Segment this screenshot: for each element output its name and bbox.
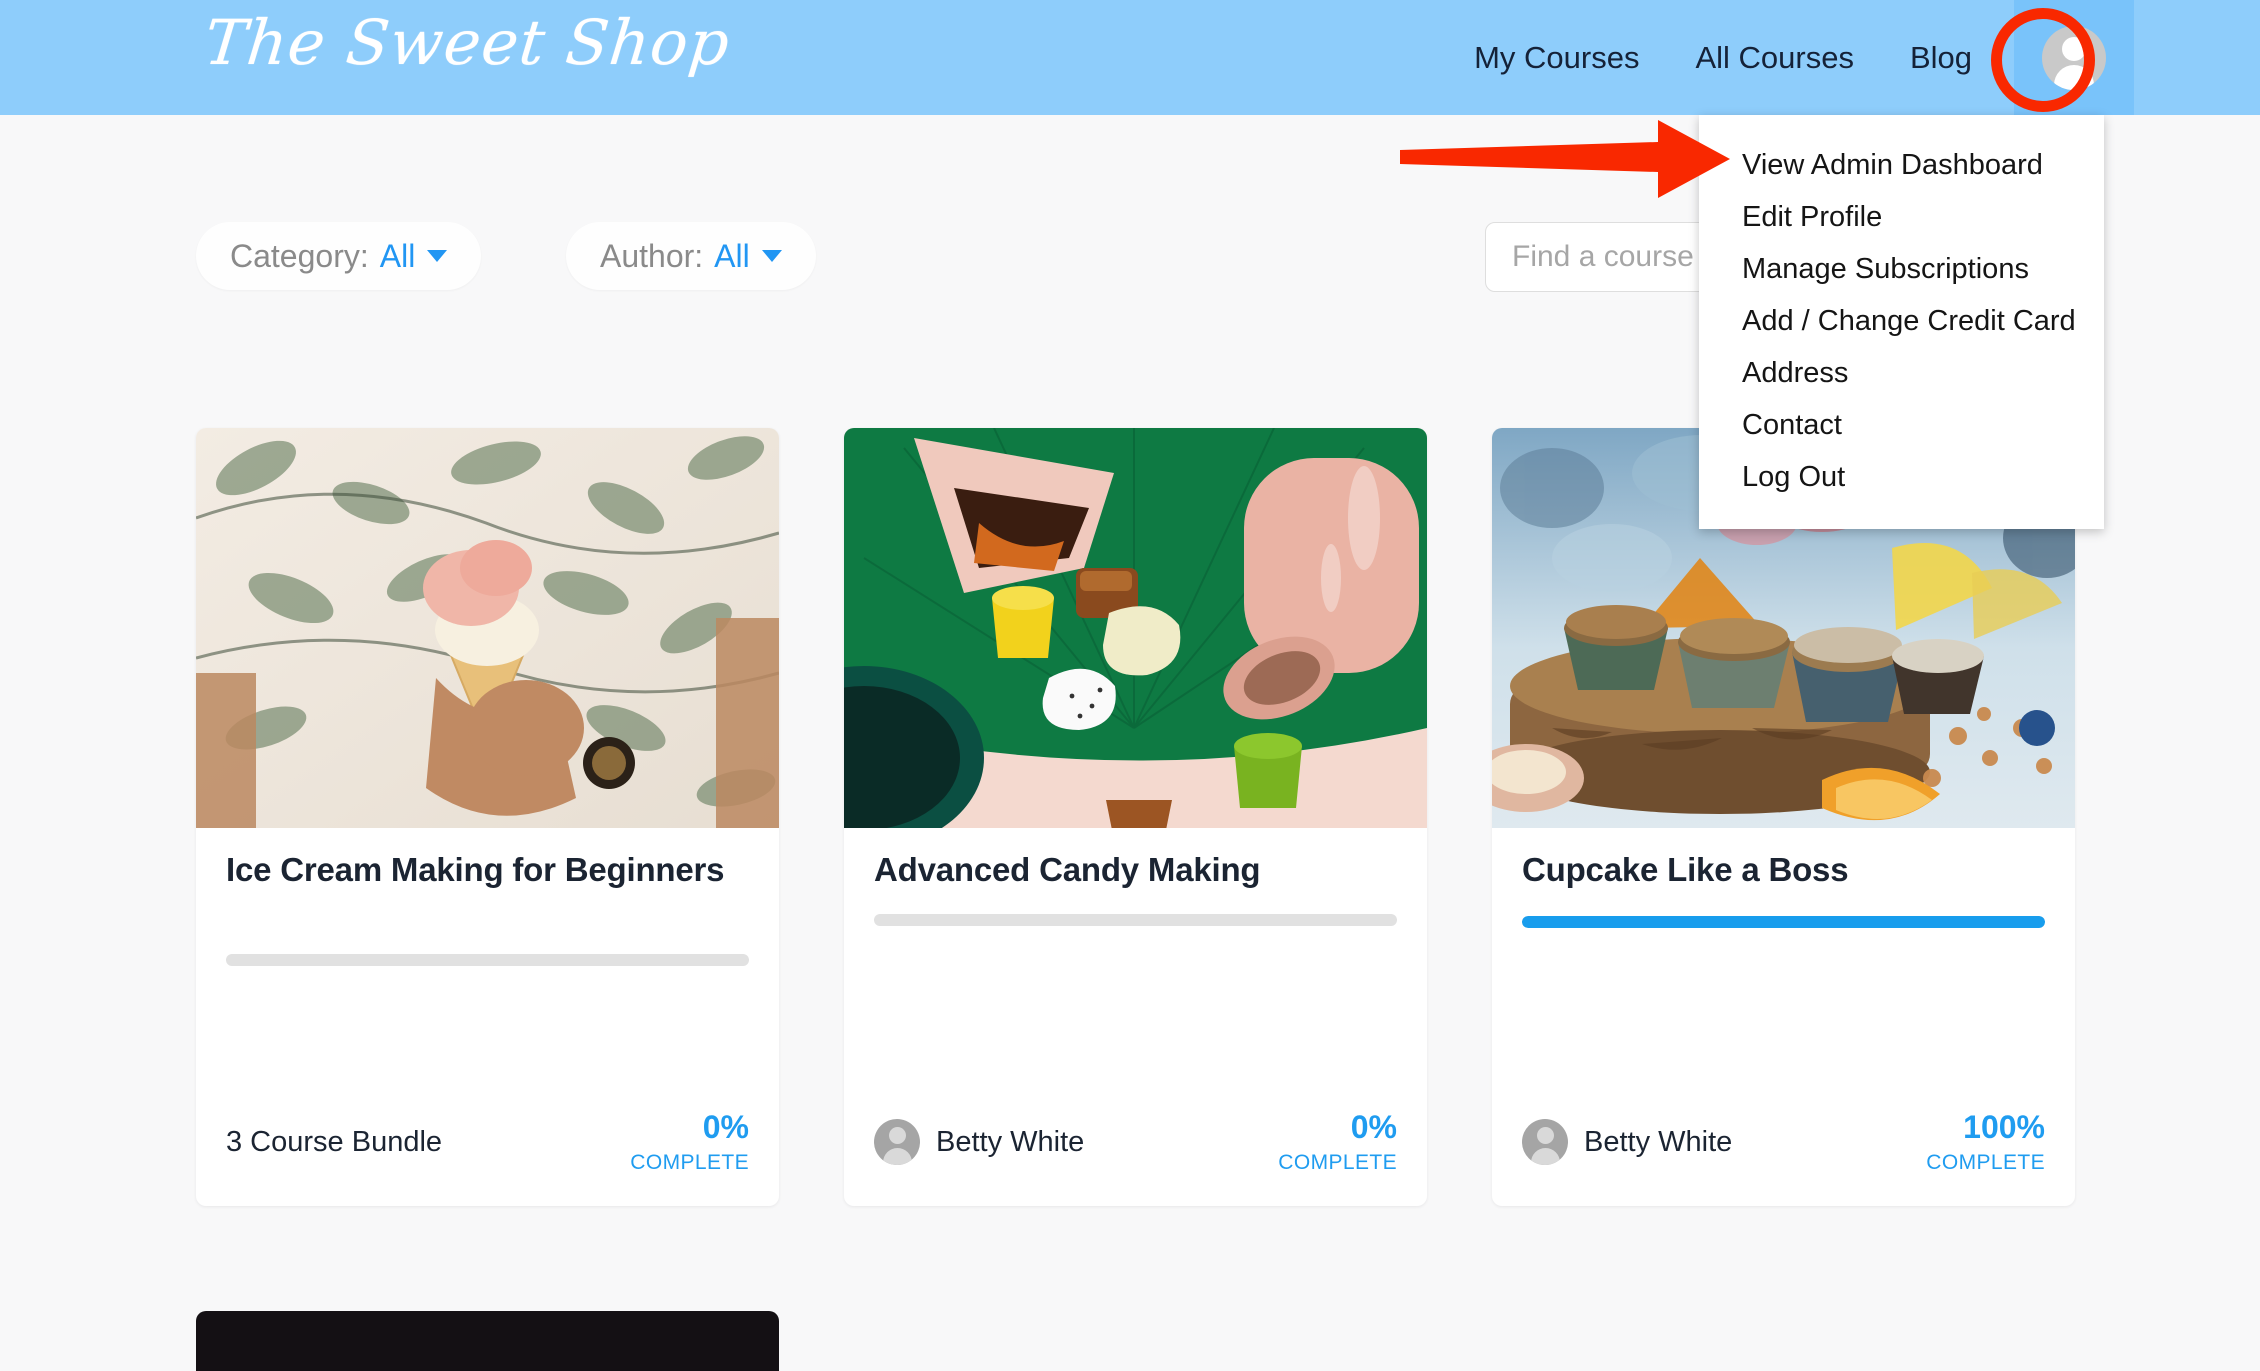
course-progress-percent: 0% (702, 1109, 749, 1145)
author-avatar-icon (1522, 1119, 1568, 1165)
filter-category-label: Category: (230, 237, 369, 274)
course-progress-readout: 0% COMPLETE (630, 1111, 749, 1173)
course-card-footer: Betty White 100% COMPLETE (1522, 1110, 2045, 1174)
course-card[interactable]: Ice Cream Making for Beginners 3 Course … (196, 428, 779, 1206)
user-avatar-icon (2042, 25, 2106, 90)
nav-item-all-courses[interactable]: All Courses (1667, 0, 1882, 115)
course-title: Ice Cream Making for Beginners (226, 851, 725, 888)
menu-item-log-out[interactable]: Log Out (1699, 451, 2104, 503)
course-card-footer: 3 Course Bundle 0% COMPLETE (226, 1110, 749, 1174)
course-progress-readout: 100% COMPLETE (1926, 1111, 2045, 1173)
filter-category-dropdown[interactable]: Category: All (196, 222, 482, 290)
course-progress-caption: COMPLETE (1278, 1151, 1397, 1174)
course-progress-readout: 0% COMPLETE (1278, 1111, 1397, 1173)
account-menu-button[interactable] (2014, 0, 2134, 115)
account-dropdown-menu: View Admin Dashboard Edit Profile Manage… (1699, 115, 2104, 529)
course-progress-percent: 0% (1350, 1109, 1397, 1145)
course-progress-bar (1522, 916, 2045, 928)
course-meta: Betty White (1584, 1125, 1733, 1158)
course-card-body: Cupcake Like a Boss Betty White 100% COM… (1492, 828, 2075, 1206)
course-thumbnail (844, 428, 1427, 828)
course-meta: Betty White (936, 1125, 1085, 1158)
chevron-down-icon (761, 250, 782, 262)
author-avatar-icon (874, 1119, 920, 1165)
course-progress-percent: 100% (1963, 1109, 2045, 1145)
course-progress-bar (874, 914, 1397, 926)
site-header: The Sweet Shop My Courses All Courses Bl… (0, 0, 2260, 115)
menu-item-address[interactable]: Address (1699, 347, 2104, 399)
annotation-arrow-icon (1400, 120, 1730, 198)
filter-category-value: All (379, 237, 416, 274)
course-progress-caption: COMPLETE (630, 1151, 749, 1174)
course-progress-fill (1522, 916, 2045, 928)
course-card-footer: Betty White 0% COMPLETE (874, 1110, 1397, 1174)
filter-author-label: Author: (600, 237, 704, 274)
course-author: Betty White (874, 1119, 1084, 1165)
nav-item-blog[interactable]: Blog (1882, 0, 2000, 115)
course-card-body: Advanced Candy Making Betty White 0% COM… (844, 828, 1427, 1206)
course-progress-caption: COMPLETE (1926, 1151, 2045, 1174)
course-card-body: Ice Cream Making for Beginners 3 Course … (196, 828, 779, 1206)
course-author: Betty White (1522, 1119, 1732, 1165)
chevron-down-icon (427, 250, 448, 262)
course-title: Advanced Candy Making (874, 851, 1261, 888)
menu-item-view-admin-dashboard[interactable]: View Admin Dashboard (1699, 139, 2104, 191)
course-card[interactable] (196, 1311, 779, 1371)
menu-item-contact[interactable]: Contact (1699, 399, 2104, 451)
nav-item-my-courses[interactable]: My Courses (1446, 0, 1667, 115)
course-meta: 3 Course Bundle (226, 1125, 443, 1158)
menu-item-add-change-credit-card[interactable]: Add / Change Credit Card (1699, 295, 2104, 347)
course-progress-bar (226, 954, 749, 966)
menu-item-manage-subscriptions[interactable]: Manage Subscriptions (1699, 243, 2104, 295)
course-title: Cupcake Like a Boss (1522, 851, 1849, 888)
course-card[interactable]: Cupcake Like a Boss Betty White 100% COM… (1492, 428, 2075, 1206)
filter-author-dropdown[interactable]: Author: All (566, 222, 816, 290)
course-thumbnail (196, 428, 779, 828)
site-logo[interactable]: The Sweet Shop (201, 6, 733, 79)
menu-item-edit-profile[interactable]: Edit Profile (1699, 191, 2104, 243)
course-card[interactable]: Advanced Candy Making Betty White 0% COM… (844, 428, 1427, 1206)
filter-author-value: All (714, 237, 750, 274)
main-nav: My Courses All Courses Blog (1446, 0, 2134, 115)
